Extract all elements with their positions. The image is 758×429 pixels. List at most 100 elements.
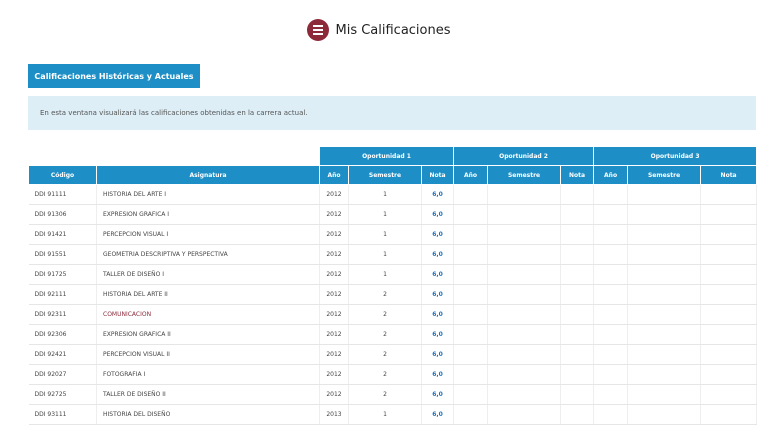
tab-calificaciones[interactable]: Calificaciones Históricas y Actuales — [28, 64, 200, 88]
grade-cell[interactable]: 6,0 — [421, 304, 455, 325]
course-name: TALLER DE DISEÑO I — [96, 264, 320, 285]
empty-cell — [593, 384, 629, 405]
empty-cell — [700, 264, 758, 285]
grade-cell[interactable]: 6,0 — [421, 184, 455, 205]
empty-cell — [593, 404, 629, 425]
empty-cell — [487, 384, 562, 405]
empty-cell — [627, 364, 702, 385]
empty-cell — [560, 304, 595, 325]
grade-cell[interactable]: 6,0 — [421, 204, 455, 225]
course-code: DDI 91725 — [28, 264, 97, 285]
page-header: Mis Calificaciones — [0, 17, 758, 43]
semester-cell: 2 — [348, 324, 422, 345]
column-header-row: Código Asignatura Año Semestre Nota Año Semest… — [28, 165, 758, 185]
empty-cell — [627, 304, 702, 325]
empty-cell — [453, 404, 489, 425]
empty-cell — [453, 344, 489, 365]
empty-cell — [700, 244, 758, 265]
empty-cell — [627, 184, 702, 205]
grade-cell[interactable]: 6,0 — [421, 404, 455, 425]
empty-cell — [593, 364, 629, 385]
empty-cell — [560, 204, 595, 225]
course-name: COMUNICACION — [96, 304, 320, 325]
grade-cell[interactable]: 6,0 — [421, 284, 455, 305]
empty-cell — [487, 404, 562, 425]
year-cell: 2012 — [319, 264, 349, 285]
column-header: Nota — [560, 165, 595, 185]
table-row: DDI 92311 COMUNICACION 2012 2 6,0 — [28, 304, 758, 325]
semester-cell: 1 — [348, 404, 422, 425]
table-row: DDI 91551 GEOMETRIA DESCRIPTIVA Y PERSPEC… — [28, 244, 758, 265]
grade-cell[interactable]: 6,0 — [421, 384, 455, 405]
table-row: DDI 91725 TALLER DE DISEÑO I 2012 1 6,0 — [28, 264, 758, 285]
empty-cell — [487, 344, 562, 365]
empty-cell — [700, 284, 758, 305]
empty-cell — [627, 264, 702, 285]
empty-cell — [487, 264, 562, 285]
year-cell: 2012 — [319, 324, 349, 345]
column-header: Año — [319, 165, 349, 185]
table-row: DDI 91421 PERCEPCION VISUAL I 2012 1 6,0 — [28, 224, 758, 245]
column-header: Nota — [420, 165, 455, 185]
empty-cell — [700, 404, 758, 425]
year-cell: 2012 — [319, 364, 349, 385]
semester-cell: 2 — [348, 304, 422, 325]
empty-cell — [627, 404, 702, 425]
course-name: HISTORIA DEL DISEÑO — [96, 404, 320, 425]
year-cell: 2012 — [319, 244, 349, 265]
table-row: DDI 92306 EXPRESION GRAFICA II 2012 2 6,0 — [28, 324, 758, 345]
year-cell: 2012 — [319, 304, 349, 325]
table-row: DDI 92111 HISTORIA DEL ARTE II 2012 2 6,0 — [28, 284, 758, 305]
empty-cell — [700, 224, 758, 245]
empty-cell — [700, 304, 758, 325]
grades-body: DDI 91111 HISTORIA DEL ARTE I 2012 1 6,0 DDI … — [28, 184, 758, 425]
empty-cell — [453, 244, 489, 265]
empty-cell — [487, 184, 562, 205]
empty-cell — [560, 184, 595, 205]
empty-cell — [453, 304, 489, 325]
empty-cell — [560, 384, 595, 405]
semester-cell: 1 — [348, 204, 422, 225]
column-header: Año — [453, 165, 489, 185]
empty-cell — [453, 364, 489, 385]
grade-cell[interactable]: 6,0 — [421, 224, 455, 245]
grade-cell[interactable]: 6,0 — [421, 264, 455, 285]
year-cell: 2012 — [319, 224, 349, 245]
table-row: DDI 92421 PERCEPCION VISUAL II 2012 2 6,0 — [28, 344, 758, 365]
empty-cell — [627, 224, 702, 245]
grade-cell[interactable]: 6,0 — [421, 324, 455, 345]
empty-cell — [593, 284, 629, 305]
page-title: Mis Calificaciones — [335, 22, 451, 38]
table-row: DDI 91111 HISTORIA DEL ARTE I 2012 1 6,0 — [28, 184, 758, 205]
course-name: EXPRESION GRAFICA I — [96, 204, 320, 225]
empty-cell — [627, 384, 702, 405]
column-header: Nota — [700, 165, 758, 185]
empty-cell — [593, 204, 629, 225]
year-cell: 2012 — [319, 284, 349, 305]
course-code: DDI 91306 — [28, 204, 97, 225]
grade-cell[interactable]: 6,0 — [421, 244, 455, 265]
empty-cell — [560, 404, 595, 425]
course-code: DDI 93111 — [28, 404, 97, 425]
empty-cell — [487, 224, 562, 245]
empty-cell — [487, 304, 562, 325]
semester-cell: 2 — [348, 364, 422, 385]
empty-cell — [593, 184, 629, 205]
course-name: GEOMETRIA DESCRIPTIVA Y PERSPECTIVA — [96, 244, 320, 265]
empty-cell — [593, 344, 629, 365]
semester-cell: 2 — [348, 284, 422, 305]
grade-cell[interactable]: 6,0 — [421, 364, 455, 385]
empty-cell — [453, 184, 489, 205]
table-row: DDI 92725 TALLER DE DISEÑO II 2012 2 6,0 — [28, 384, 758, 405]
empty-cell — [700, 384, 758, 405]
table-row: DDI 91306 EXPRESION GRAFICA I 2012 1 6,0 — [28, 204, 758, 225]
empty-cell — [593, 224, 629, 245]
column-header: Año — [593, 165, 629, 185]
year-cell: 2012 — [319, 184, 349, 205]
grade-cell[interactable]: 6,0 — [421, 344, 455, 365]
semester-cell: 1 — [348, 244, 422, 265]
course-code: DDI 91551 — [28, 244, 97, 265]
table-row: DDI 92027 FOTOGRAFIA I 2012 2 6,0 — [28, 364, 758, 385]
empty-cell — [593, 304, 629, 325]
course-name: EXPRESION GRAFICA II — [96, 324, 320, 345]
